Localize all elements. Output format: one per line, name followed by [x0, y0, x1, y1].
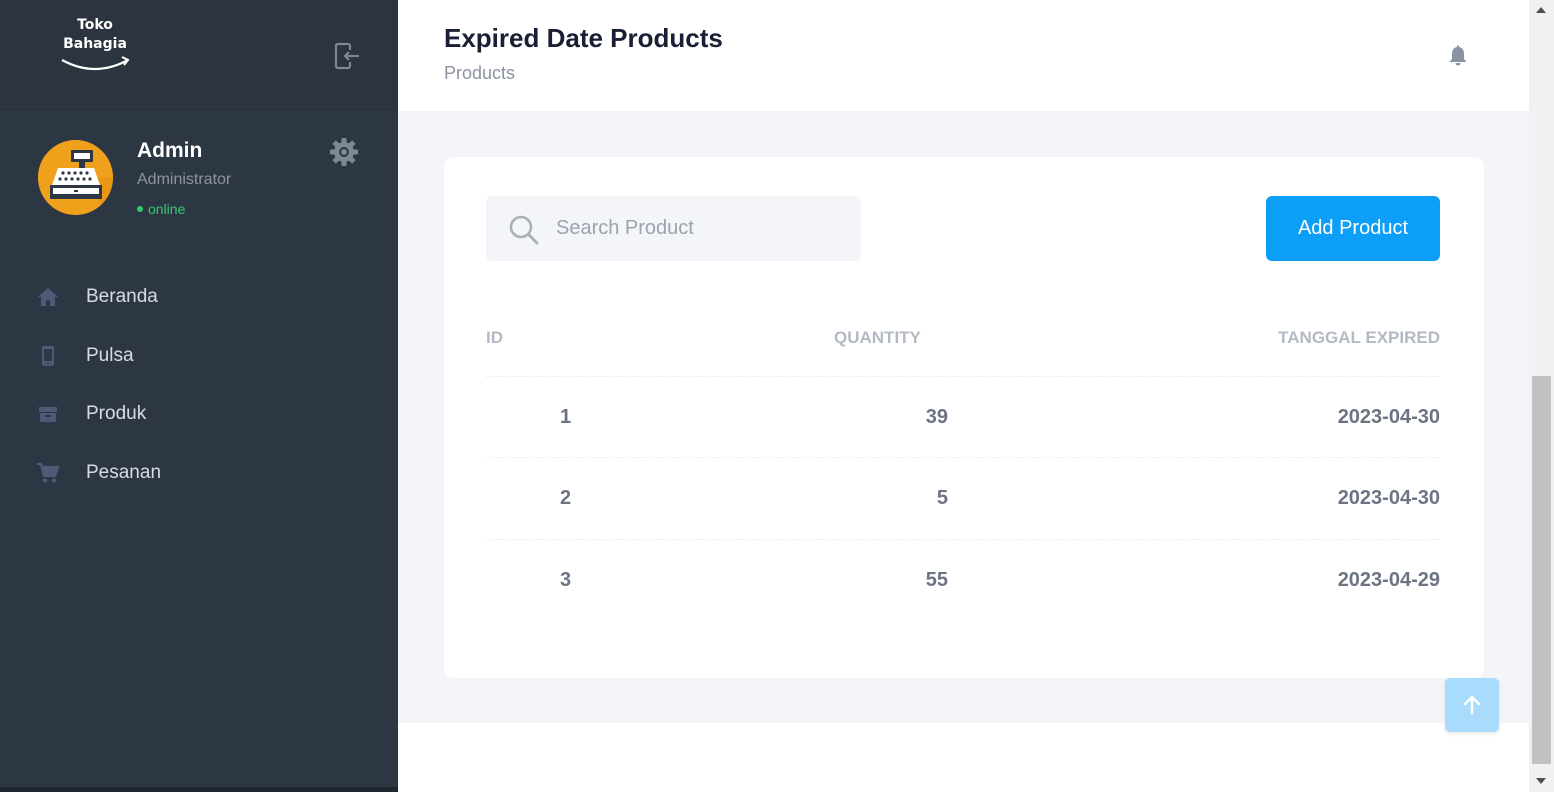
products-card: Add Product ID QUANTITY TANGGAL EXPIRED … — [444, 157, 1484, 678]
cell-quantity: 55 — [925, 569, 948, 591]
smile-icon — [61, 56, 130, 70]
column-header-id[interactable]: ID — [486, 328, 503, 348]
column-header-quantity[interactable]: QUANTITY — [834, 328, 921, 348]
breadcrumb[interactable]: Products — [444, 63, 515, 84]
sidebar-nav: Beranda Pulsa Produk Pesanan — [0, 268, 398, 502]
cell-quantity: 5 — [936, 487, 948, 509]
sidebar-item-label: Beranda — [86, 286, 158, 308]
scroll-up-arrow-icon[interactable] — [1536, 7, 1546, 13]
online-dot-icon — [137, 206, 143, 213]
cell-quantity: 39 — [925, 406, 948, 428]
sidebar: Toko Bahagia Admin Administrator online … — [0, 0, 398, 792]
cell-expired: 2023-04-30 — [1337, 406, 1440, 428]
box-icon — [36, 402, 60, 426]
sidebar-item-label: Produk — [86, 403, 147, 425]
page-title: Expired Date Products — [444, 23, 723, 53]
column-header-expired[interactable]: TANGGAL EXPIRED — [1278, 328, 1440, 348]
table-row[interactable]: 1 39 2023-04-30 — [486, 376, 1440, 457]
scroll-to-top-button[interactable] — [1445, 678, 1499, 732]
table-row[interactable]: 3 55 2023-04-29 — [486, 539, 1440, 620]
cell-id: 2 — [560, 487, 572, 509]
page-scrollbar[interactable] — [1529, 0, 1554, 792]
scrollbar-thumb[interactable] — [1532, 376, 1551, 764]
sidebar-item-produk[interactable]: Produk — [0, 385, 398, 444]
cash-register-icon — [38, 140, 113, 215]
cell-expired: 2023-04-30 — [1337, 487, 1440, 509]
profile-name: Admin — [137, 139, 203, 162]
gear-icon[interactable] — [329, 137, 359, 167]
search-box[interactable] — [486, 196, 861, 261]
profile-role: Administrator — [137, 171, 232, 188]
logo-line-1: Toko — [77, 17, 113, 33]
home-icon — [36, 285, 60, 309]
cell-expired: 2023-04-29 — [1337, 569, 1440, 591]
table-row[interactable]: 2 5 2023-04-30 — [486, 457, 1440, 538]
logo[interactable]: Toko Bahagia — [58, 16, 132, 76]
arrow-up-icon — [1463, 695, 1481, 715]
status-badge: online — [137, 201, 185, 217]
cell-id: 3 — [560, 569, 572, 591]
bell-icon[interactable] — [1446, 44, 1470, 68]
cart-icon — [36, 461, 60, 485]
page-header: Expired Date Products Products — [398, 0, 1529, 111]
phone-icon — [36, 344, 60, 368]
logo-line-2: Bahagia — [63, 36, 127, 52]
search-input[interactable] — [556, 196, 851, 261]
sidebar-item-beranda[interactable]: Beranda — [0, 268, 398, 327]
user-profile: Admin Administrator online — [0, 111, 398, 241]
add-product-button[interactable]: Add Product — [1266, 196, 1440, 261]
sidebar-item-pesanan[interactable]: Pesanan — [0, 444, 398, 503]
sidebar-collapse-icon[interactable] — [332, 41, 362, 71]
sidebar-item-pulsa[interactable]: Pulsa — [0, 327, 398, 386]
cell-id: 1 — [560, 406, 572, 428]
sidebar-item-label: Pesanan — [86, 461, 162, 483]
scroll-down-arrow-icon[interactable] — [1536, 778, 1546, 784]
brand-bar: Toko Bahagia — [0, 0, 398, 110]
search-icon — [508, 214, 540, 246]
avatar[interactable] — [38, 140, 113, 215]
sidebar-footer-line — [0, 787, 398, 792]
status-text: online — [148, 201, 186, 217]
sidebar-item-label: Pulsa — [86, 344, 134, 366]
